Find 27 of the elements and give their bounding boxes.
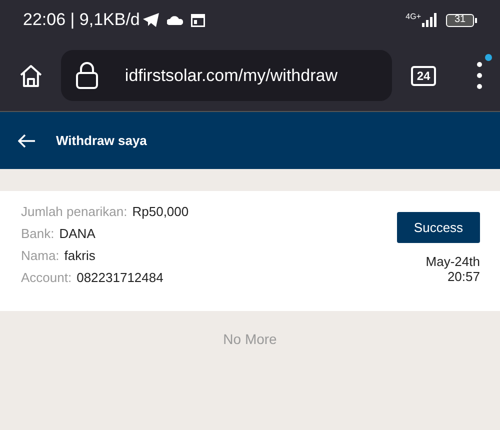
home-icon[interactable] (18, 62, 44, 88)
signal-icon (422, 13, 438, 27)
field-label: Account: (21, 268, 72, 287)
battery-indicator: 31 (446, 14, 474, 26)
status-badge: Success (397, 212, 480, 243)
lock-icon (76, 62, 98, 89)
field-label: Jumlah penarikan: (21, 202, 128, 221)
menu-icon[interactable] (477, 62, 482, 89)
status-time: 22:06 | 9,1KB/d (23, 9, 140, 32)
withdraw-date: May-24th (426, 254, 480, 269)
field-value: fakris (64, 246, 96, 265)
no-more-text: No More (223, 330, 277, 349)
withdraw-time: 20:57 (447, 269, 480, 284)
url-text: idfirstsolar.com/my/withdraw (124, 64, 338, 87)
field-value: DANA (59, 224, 96, 243)
address-bar[interactable]: idfirstsolar.com/my/withdraw (60, 50, 392, 101)
calendar-icon (190, 14, 205, 26)
page-title: Withdraw saya (56, 132, 147, 150)
field-value: Rp50,000 (132, 202, 189, 221)
telegram-icon (142, 13, 159, 27)
network-type: 4G+ (406, 13, 421, 21)
back-arrow-icon[interactable] (18, 134, 36, 148)
field-label: Bank: (21, 224, 54, 243)
field-value: 082231712484 (76, 268, 164, 287)
cloud-icon (166, 15, 183, 25)
field-label: Nama: (21, 246, 60, 265)
tab-count[interactable]: 24 (411, 66, 436, 86)
